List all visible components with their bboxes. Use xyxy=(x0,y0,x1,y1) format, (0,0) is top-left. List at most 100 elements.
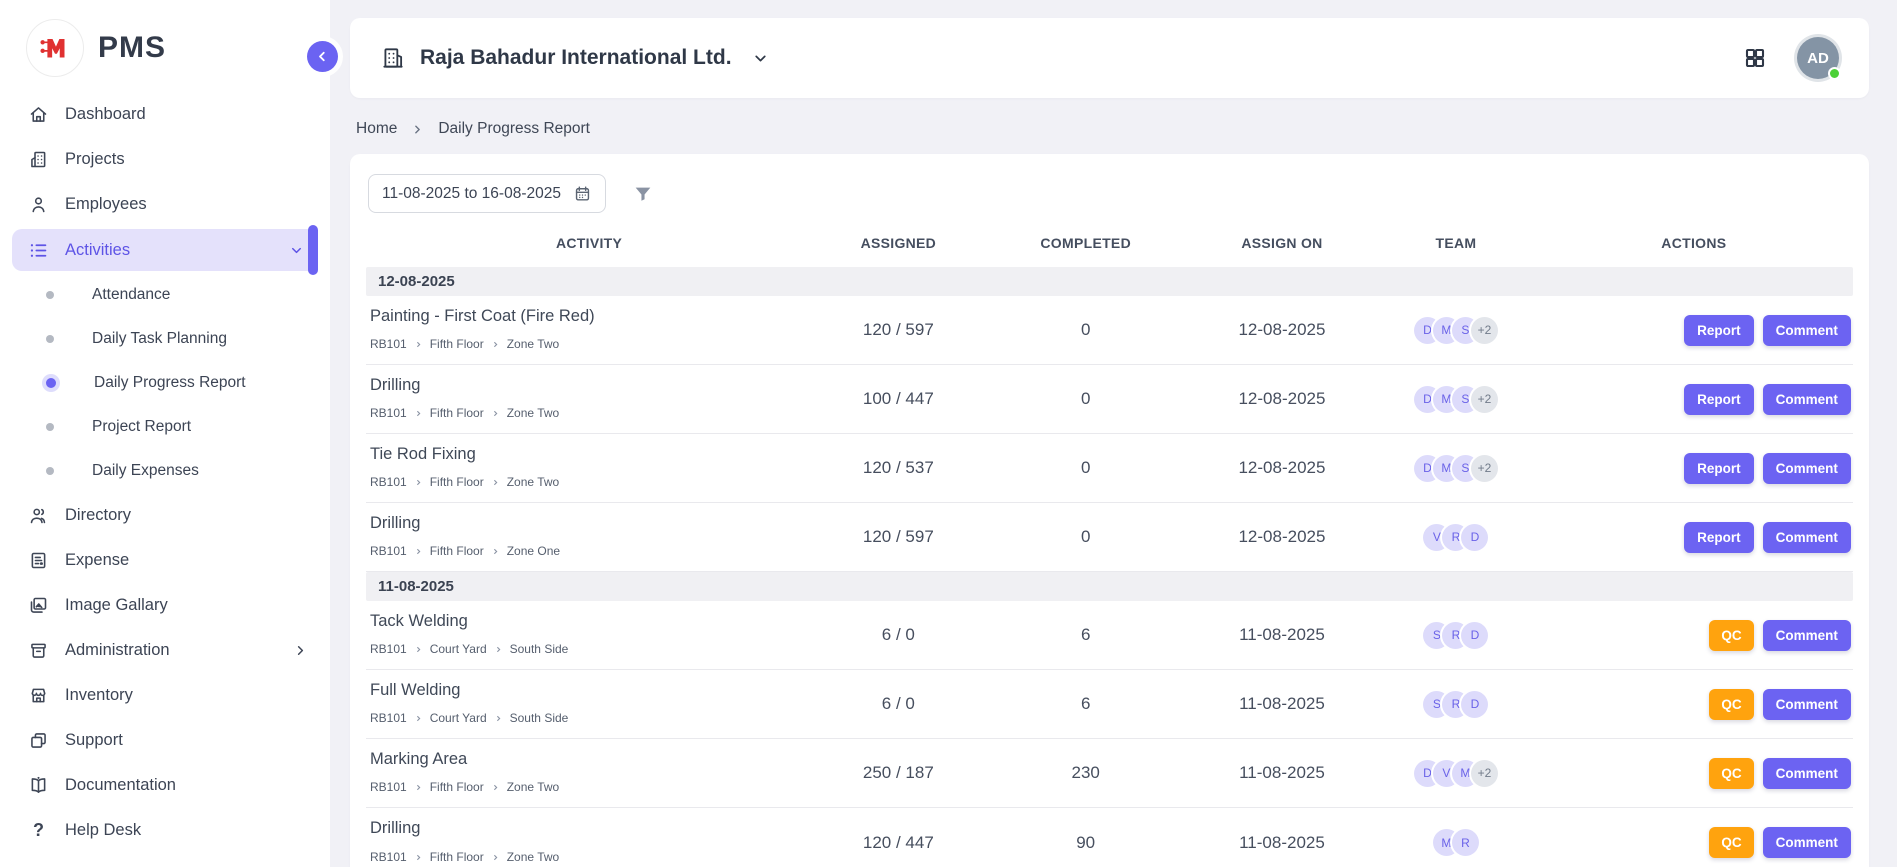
sidebar-item-directory[interactable]: Directory xyxy=(0,493,330,538)
sidebar-subitem-project-report[interactable]: Project Report xyxy=(0,405,330,449)
office-building-icon xyxy=(380,45,406,71)
sidebar-item-dashboard[interactable]: Dashboard xyxy=(0,92,330,137)
sidebar-item-label: Inventory xyxy=(65,686,133,705)
table-row: Marking Area RB101 Fifth Floor Zone Two … xyxy=(366,739,1853,808)
sidebar-item-label: Employees xyxy=(65,195,147,214)
comment-button[interactable]: Comment xyxy=(1763,827,1851,858)
table-header: ACTIVITY ASSIGNED COMPLETED ASSIGN ON TE… xyxy=(366,219,1853,267)
active-bullet-dot-icon xyxy=(46,378,56,388)
completed-value: 90 xyxy=(985,833,1187,853)
chevron-right-icon xyxy=(494,645,503,654)
comment-button[interactable]: Comment xyxy=(1763,689,1851,720)
activity-title: Tie Rod Fixing xyxy=(370,445,812,464)
comment-button[interactable]: Comment xyxy=(1763,384,1851,415)
assign-on-value: 11-08-2025 xyxy=(1187,625,1377,645)
chevron-right-icon xyxy=(491,783,500,792)
comment-button[interactable]: Comment xyxy=(1763,453,1851,484)
filter-funnel-icon[interactable] xyxy=(632,183,654,205)
team-more-badge[interactable]: +2 xyxy=(1471,317,1498,344)
sidebar-item-activities[interactable]: Activities xyxy=(12,229,318,271)
sidebar-item-employees[interactable]: Employees xyxy=(0,182,330,227)
top-header-bar: Raja Bahadur International Ltd. AD xyxy=(350,18,1869,98)
date-group-header: 12-08-2025 xyxy=(366,267,1853,296)
image-icon xyxy=(28,595,49,616)
breadcrumb-home[interactable]: Home xyxy=(356,120,397,138)
assign-on-value: 11-08-2025 xyxy=(1187,694,1377,714)
main-content: Raja Bahadur International Ltd. AD Home … xyxy=(330,0,1897,867)
home-icon xyxy=(28,104,49,125)
qc-button[interactable]: QC xyxy=(1709,758,1753,789)
date-group-header: 11-08-2025 xyxy=(366,572,1853,601)
team-avatar[interactable]: R xyxy=(1452,829,1479,856)
comment-button[interactable]: Comment xyxy=(1763,620,1851,651)
chevron-right-icon xyxy=(414,409,423,418)
app-name: PMS xyxy=(98,31,166,65)
sidebar-item-inventory[interactable]: Inventory xyxy=(0,673,330,718)
qc-button[interactable]: QC xyxy=(1709,689,1753,720)
sidebar-item-support[interactable]: Support xyxy=(0,718,330,763)
comment-button[interactable]: Comment xyxy=(1763,315,1851,346)
sidebar-item-help-desk[interactable]: ? Help Desk xyxy=(0,808,330,853)
sidebar-collapse-button[interactable] xyxy=(307,41,338,72)
company-name: Raja Bahadur International Ltd. xyxy=(420,46,732,70)
sidebar-item-label: Directory xyxy=(65,506,131,525)
chevron-right-icon xyxy=(491,853,500,862)
sidebar-item-label: Activities xyxy=(65,241,130,260)
apps-grid-icon[interactable] xyxy=(1743,46,1767,70)
report-button[interactable]: Report xyxy=(1684,522,1754,553)
sidebar-item-documentation[interactable]: Documentation xyxy=(0,763,330,808)
sidebar-subitem-attendance[interactable]: Attendance xyxy=(0,273,330,317)
overlapping-squares-icon xyxy=(28,730,49,751)
app-logo[interactable]: PMS xyxy=(0,0,330,92)
user-avatar[interactable]: AD xyxy=(1797,37,1839,79)
bullet-dot-icon xyxy=(46,335,54,343)
assigned-value: 6 / 0 xyxy=(812,694,984,714)
activity-title: Marking Area xyxy=(370,750,812,769)
activity-title: Drilling xyxy=(370,819,812,838)
breadcrumb: Home Daily Progress Report xyxy=(356,120,1863,138)
team-avatars: S R D xyxy=(1377,691,1535,718)
activity-title: Tack Welding xyxy=(370,612,812,631)
sidebar-item-expense[interactable]: Expense xyxy=(0,538,330,583)
sidebar-item-label: Dashboard xyxy=(65,105,146,124)
activity-title: Full Welding xyxy=(370,681,812,700)
assigned-value: 120 / 597 xyxy=(812,320,984,340)
comment-button[interactable]: Comment xyxy=(1763,758,1851,789)
sidebar-item-image-gallery[interactable]: Image Gallary xyxy=(0,583,330,628)
chevron-left-icon xyxy=(315,49,330,64)
qc-button[interactable]: QC xyxy=(1709,827,1753,858)
sidebar-subitem-daily-task-planning[interactable]: Daily Task Planning xyxy=(0,317,330,361)
team-avatars: M R xyxy=(1377,829,1535,856)
date-range-input[interactable]: 11-08-2025 to 16-08-2025 xyxy=(368,174,606,213)
column-header-actions: ACTIONS xyxy=(1535,235,1853,251)
question-mark-icon: ? xyxy=(28,820,49,841)
people-icon xyxy=(28,505,49,526)
team-avatar[interactable]: D xyxy=(1461,524,1488,551)
comment-button[interactable]: Comment xyxy=(1763,522,1851,553)
sidebar-subitem-daily-expenses[interactable]: Daily Expenses xyxy=(0,449,330,493)
activity-path: RB101 Fifth Floor Zone Two xyxy=(370,850,812,864)
chevron-right-icon xyxy=(414,714,423,723)
table-row: Drilling RB101 Fifth Floor Zone Two 100 … xyxy=(366,365,1853,434)
company-selector[interactable]: Raja Bahadur International Ltd. xyxy=(380,45,769,71)
assigned-value: 6 / 0 xyxy=(812,625,984,645)
sidebar-subitem-daily-progress-report[interactable]: Daily Progress Report xyxy=(0,361,330,405)
sidebar-item-label: Administration xyxy=(65,641,170,660)
sidebar-item-administration[interactable]: Administration xyxy=(0,628,330,673)
qc-button[interactable]: QC xyxy=(1709,620,1753,651)
sidebar-subitem-label: Daily Progress Report xyxy=(94,374,246,392)
team-avatar[interactable]: D xyxy=(1461,691,1488,718)
report-button[interactable]: Report xyxy=(1684,315,1754,346)
date-range-value: 11-08-2025 to 16-08-2025 xyxy=(382,185,561,203)
sidebar-item-projects[interactable]: Projects xyxy=(0,137,330,182)
team-more-badge[interactable]: +2 xyxy=(1471,760,1498,787)
storefront-icon xyxy=(28,685,49,706)
team-more-badge[interactable]: +2 xyxy=(1471,455,1498,482)
team-more-badge[interactable]: +2 xyxy=(1471,386,1498,413)
report-button[interactable]: Report xyxy=(1684,453,1754,484)
table-row: Tack Welding RB101 Court Yard South Side… xyxy=(366,601,1853,670)
sidebar-item-label: Expense xyxy=(65,551,129,570)
sidebar-item-label: Support xyxy=(65,731,123,750)
team-avatar[interactable]: D xyxy=(1461,622,1488,649)
report-button[interactable]: Report xyxy=(1684,384,1754,415)
